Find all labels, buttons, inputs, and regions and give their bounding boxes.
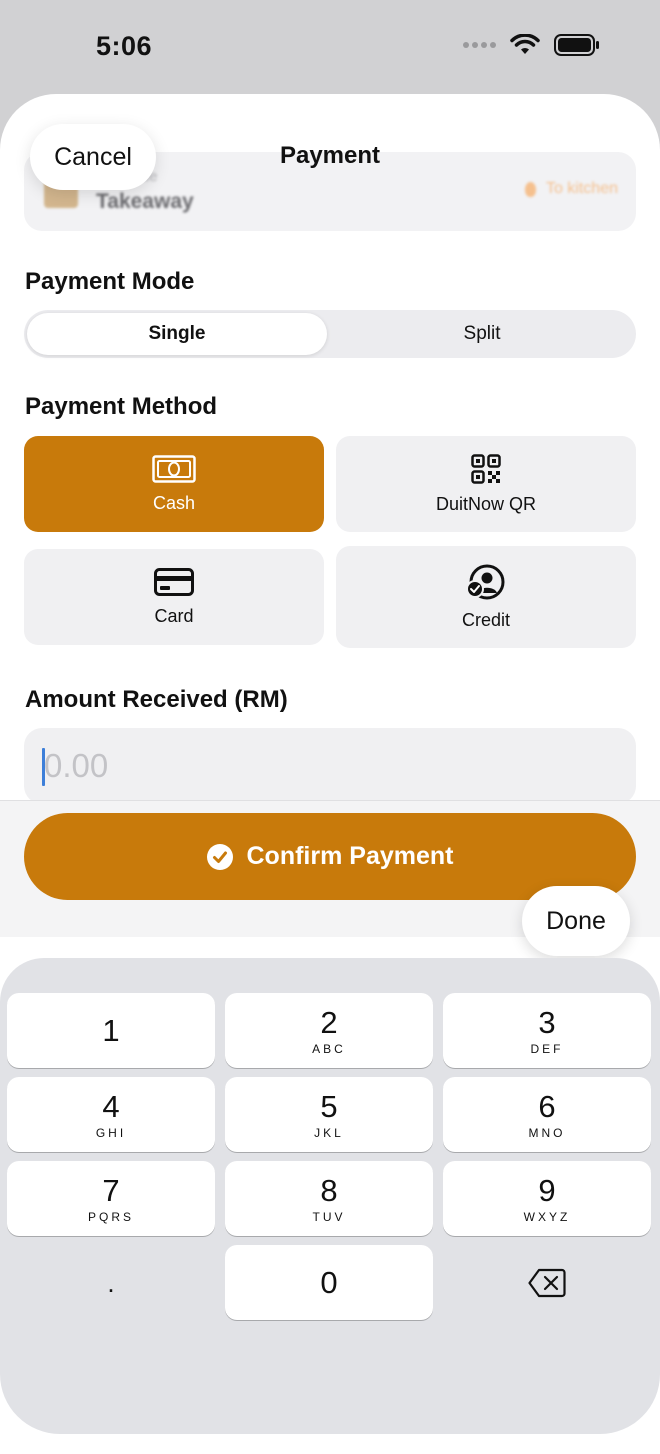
key-0[interactable]: 0 <box>225 1245 433 1320</box>
numeric-keypad: 1 2 ABC 3 DEF 4 GHI 5 JKL 6 MNO 7 PQRS 8… <box>0 958 660 1434</box>
key-digit: 9 <box>538 1172 556 1208</box>
checkmark-circle-icon <box>206 843 233 870</box>
key-8[interactable]: 8 TUV <box>225 1161 433 1236</box>
status-time: 5:06 <box>96 31 153 61</box>
key-digit: 7 <box>102 1172 120 1208</box>
key-letters: MNO <box>528 1125 566 1140</box>
segment-single[interactable]: Single <box>27 313 327 355</box>
backspace-icon <box>528 1268 566 1297</box>
key-digit: 5 <box>320 1088 338 1124</box>
status-bar: 5:06 <box>0 0 660 95</box>
status-icons <box>462 34 600 56</box>
key-4[interactable]: 4 GHI <box>7 1077 215 1152</box>
method-card-label: Card <box>154 605 194 626</box>
key-6[interactable]: 6 MNO <box>443 1077 651 1152</box>
confirm-payment-button[interactable]: Confirm Payment <box>24 813 636 900</box>
key-digit: 4 <box>102 1088 120 1124</box>
key-digit: 0 <box>320 1264 338 1300</box>
amount-received-field[interactable] <box>24 728 636 804</box>
key-5[interactable]: 5 JKL <box>225 1077 433 1152</box>
method-duitnow-qr[interactable]: DuitNow QR <box>336 436 636 532</box>
flame-icon <box>524 181 536 197</box>
key-letters: GHI <box>95 1125 127 1140</box>
key-3[interactable]: 3 DEF <box>443 993 651 1068</box>
payment-mode-segmented-control: Single Split <box>24 310 636 358</box>
key-letters: ABC <box>312 1041 346 1056</box>
to-kitchen-badge: To kitchen <box>524 180 618 198</box>
cellular-signal-icon <box>463 42 496 48</box>
person-check-icon <box>466 564 505 599</box>
key-2[interactable]: 2 ABC <box>225 993 433 1068</box>
segment-split[interactable]: Split <box>330 313 634 355</box>
key-letters: JKL <box>314 1125 344 1140</box>
amount-input[interactable] <box>42 740 606 792</box>
method-cash-label: Cash <box>152 492 196 513</box>
key-digit: 6 <box>538 1088 556 1124</box>
order-mode-value: Takeaway <box>96 190 194 213</box>
amount-received-label: Amount Received (RM) <box>25 686 288 713</box>
qr-code-icon <box>471 453 501 484</box>
key-digit: 1 <box>102 1012 120 1048</box>
payment-mode-label: Payment Mode <box>25 268 195 295</box>
method-credit[interactable]: Credit <box>336 546 636 648</box>
cash-icon <box>152 454 196 483</box>
confirm-payment-label: Confirm Payment <box>246 842 454 870</box>
credit-card-icon <box>154 567 194 596</box>
sheet-title: Payment <box>279 142 381 169</box>
key-letters: TUV <box>312 1209 346 1224</box>
key-digit: 3 <box>538 1004 556 1040</box>
key-backspace[interactable] <box>443 1245 651 1320</box>
key-digit: . <box>107 1267 115 1298</box>
wifi-icon <box>510 34 540 54</box>
key-decimal[interactable]: . <box>7 1245 215 1320</box>
method-card[interactable]: Card <box>24 549 324 645</box>
to-kitchen-label: To kitchen <box>545 180 618 197</box>
key-9[interactable]: 9 WXYZ <box>443 1161 651 1236</box>
key-letters: WXYZ <box>523 1209 571 1224</box>
key-1[interactable]: 1 <box>7 993 215 1068</box>
battery-icon <box>554 34 599 56</box>
key-letters: DEF <box>530 1041 564 1056</box>
keyboard-done-button[interactable]: Done <box>522 886 630 956</box>
method-credit-label: Credit <box>461 609 510 630</box>
method-duitnow-qr-label: DuitNow QR <box>435 493 537 514</box>
method-cash[interactable]: Cash <box>24 436 324 532</box>
payment-method-label: Payment Method <box>25 393 218 420</box>
key-digit: 8 <box>320 1172 338 1208</box>
key-7[interactable]: 7 PQRS <box>7 1161 215 1236</box>
key-digit: 2 <box>320 1004 338 1040</box>
key-letters: PQRS <box>87 1209 134 1224</box>
